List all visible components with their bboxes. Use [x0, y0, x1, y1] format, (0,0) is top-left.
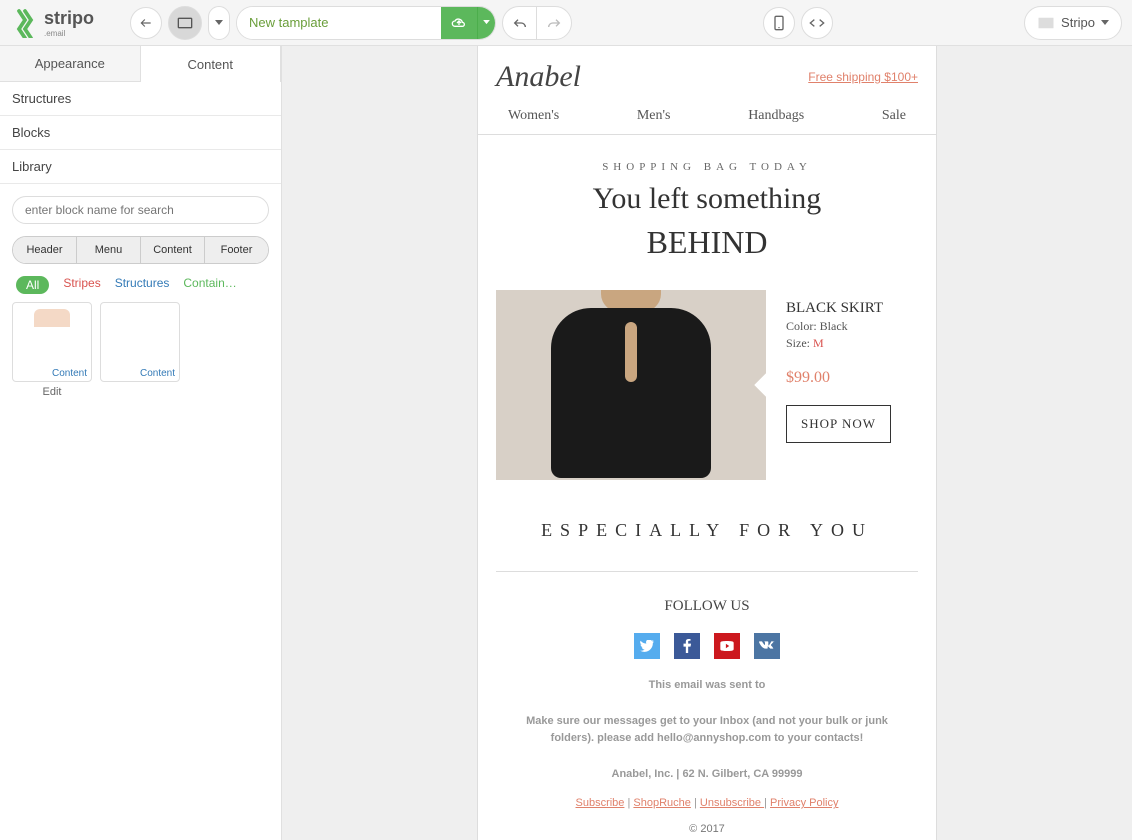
caret-down-icon [483, 20, 490, 25]
mobile-icon [773, 15, 785, 31]
seg-menu[interactable]: Menu [77, 237, 141, 263]
view-mode-button[interactable] [168, 6, 202, 40]
follow-heading: FOLLOW US [478, 598, 936, 615]
product-image[interactable] [496, 290, 766, 480]
user-avatar-icon [1037, 16, 1055, 30]
footer-links: Subscribe | ShopRuche | Unsubscribe | Pr… [478, 797, 936, 809]
youtube-icon[interactable] [714, 633, 740, 659]
product-info: BLACK SKIRT Color: Black Size: M $99.00 … [786, 290, 918, 480]
filter-containers[interactable]: Contain… [183, 276, 236, 294]
monitor-icon [177, 17, 193, 29]
redo-button[interactable] [537, 7, 571, 39]
segment-tabs: Header Menu Content Footer [12, 236, 269, 264]
user-menu[interactable]: Stripo [1024, 6, 1122, 40]
product-price: $99.00 [786, 369, 918, 387]
undo-icon [512, 17, 528, 29]
view-mode-dropdown[interactable] [208, 6, 230, 40]
cloud-upload-icon [451, 17, 467, 29]
email-header: Anabel Free shipping $100+ [478, 56, 936, 94]
undo-redo-group [502, 6, 572, 40]
facebook-icon[interactable] [674, 633, 700, 659]
tab-content[interactable]: Content [140, 46, 282, 82]
seg-footer[interactable]: Footer [205, 237, 268, 263]
seg-content[interactable]: Content [141, 237, 205, 263]
undo-button[interactable] [503, 7, 537, 39]
user-name: Stripo [1061, 15, 1095, 30]
privacy-link[interactable]: Privacy Policy [770, 797, 838, 809]
seg-header[interactable]: Header [13, 237, 77, 263]
subscribe-link[interactable]: Subscribe [576, 797, 625, 809]
app-logo[interactable]: stripo .email [10, 8, 94, 38]
logo-text: stripo [44, 8, 94, 29]
unsubscribe-link[interactable]: Unsubscribe [700, 797, 764, 809]
arrow-left-icon [139, 16, 153, 30]
footer-text-1: This email was sent to [478, 677, 936, 695]
accordion-library[interactable]: Library [0, 150, 281, 184]
brand-logo[interactable]: Anabel [496, 60, 581, 94]
thumb-preview-icon [34, 309, 70, 369]
caret-down-icon [1101, 20, 1109, 26]
shop-now-button[interactable]: SHOP NOW [786, 405, 891, 443]
twitter-icon[interactable] [634, 633, 660, 659]
stripo-icon [10, 8, 40, 38]
headline-1: You left something [478, 179, 936, 218]
sidebar: Appearance Content Structures Blocks Lib… [0, 46, 282, 840]
product-title: BLACK SKIRT [786, 300, 918, 317]
email-template[interactable]: Anabel Free shipping $100+ Women's Men's… [477, 46, 937, 840]
nav-handbags[interactable]: Handbags [748, 108, 804, 124]
nav-mens[interactable]: Men's [637, 108, 671, 124]
thumb-label: Content [52, 368, 87, 379]
model-figure-icon [531, 290, 731, 480]
sidebar-tabs: Appearance Content [0, 46, 281, 82]
logo-subtext: .email [44, 29, 94, 38]
block-thumb-1[interactable]: Content [12, 302, 92, 382]
product-color: Color: Black [786, 319, 918, 334]
email-nav: Women's Men's Handbags Sale [478, 94, 936, 135]
block-thumb-2[interactable]: Content [100, 302, 180, 382]
copyright: © 2017 [478, 823, 936, 835]
shopping-bag-tag: SHOPPING BAG TODAY [478, 161, 936, 173]
filter-structures[interactable]: Structures [115, 276, 170, 294]
block-thumbnails: Content Content [0, 302, 281, 382]
template-title-input[interactable] [237, 7, 441, 39]
back-button[interactable] [130, 7, 162, 39]
product-row: BLACK SKIRT Color: Black Size: M $99.00 … [478, 266, 936, 480]
nav-sale[interactable]: Sale [882, 108, 906, 124]
block-search-input[interactable] [12, 196, 269, 224]
filter-row: All Stripes Structures Contain… [0, 264, 281, 302]
save-dropdown[interactable] [477, 6, 495, 40]
tab-appearance[interactable]: Appearance [0, 46, 140, 82]
product-size: Size: M [786, 336, 918, 351]
especially-heading: ESPECIALLY FOR YOU [496, 520, 918, 572]
social-icons [478, 633, 936, 659]
code-view-button[interactable] [801, 7, 833, 39]
footer-text-2: Make sure our messages get to your Inbox… [478, 713, 936, 748]
top-toolbar: stripo .email Stripo [0, 0, 1132, 46]
free-shipping-link[interactable]: Free shipping $100+ [808, 70, 918, 84]
redo-icon [546, 17, 562, 29]
accordion-structures[interactable]: Structures [0, 82, 281, 116]
mobile-preview-button[interactable] [763, 7, 795, 39]
filter-all[interactable]: All [16, 276, 49, 294]
caret-down-icon [215, 20, 223, 26]
save-button[interactable] [441, 6, 477, 40]
shopruche-link[interactable]: ShopRuche [633, 797, 691, 809]
canvas[interactable]: Anabel Free shipping $100+ Women's Men's… [282, 46, 1132, 840]
code-icon [809, 17, 825, 29]
nav-womens[interactable]: Women's [508, 108, 559, 124]
vk-icon[interactable] [754, 633, 780, 659]
thumb-edit-label: Edit [12, 386, 92, 398]
accordion-blocks[interactable]: Blocks [0, 116, 281, 150]
filter-stripes[interactable]: Stripes [63, 276, 100, 294]
footer-address: Anabel, Inc. | 62 N. Gilbert, CA 99999 [478, 766, 936, 784]
template-title-wrap [236, 6, 496, 40]
thumb-label: Content [140, 368, 175, 379]
headline-2: BEHIND [478, 218, 936, 266]
